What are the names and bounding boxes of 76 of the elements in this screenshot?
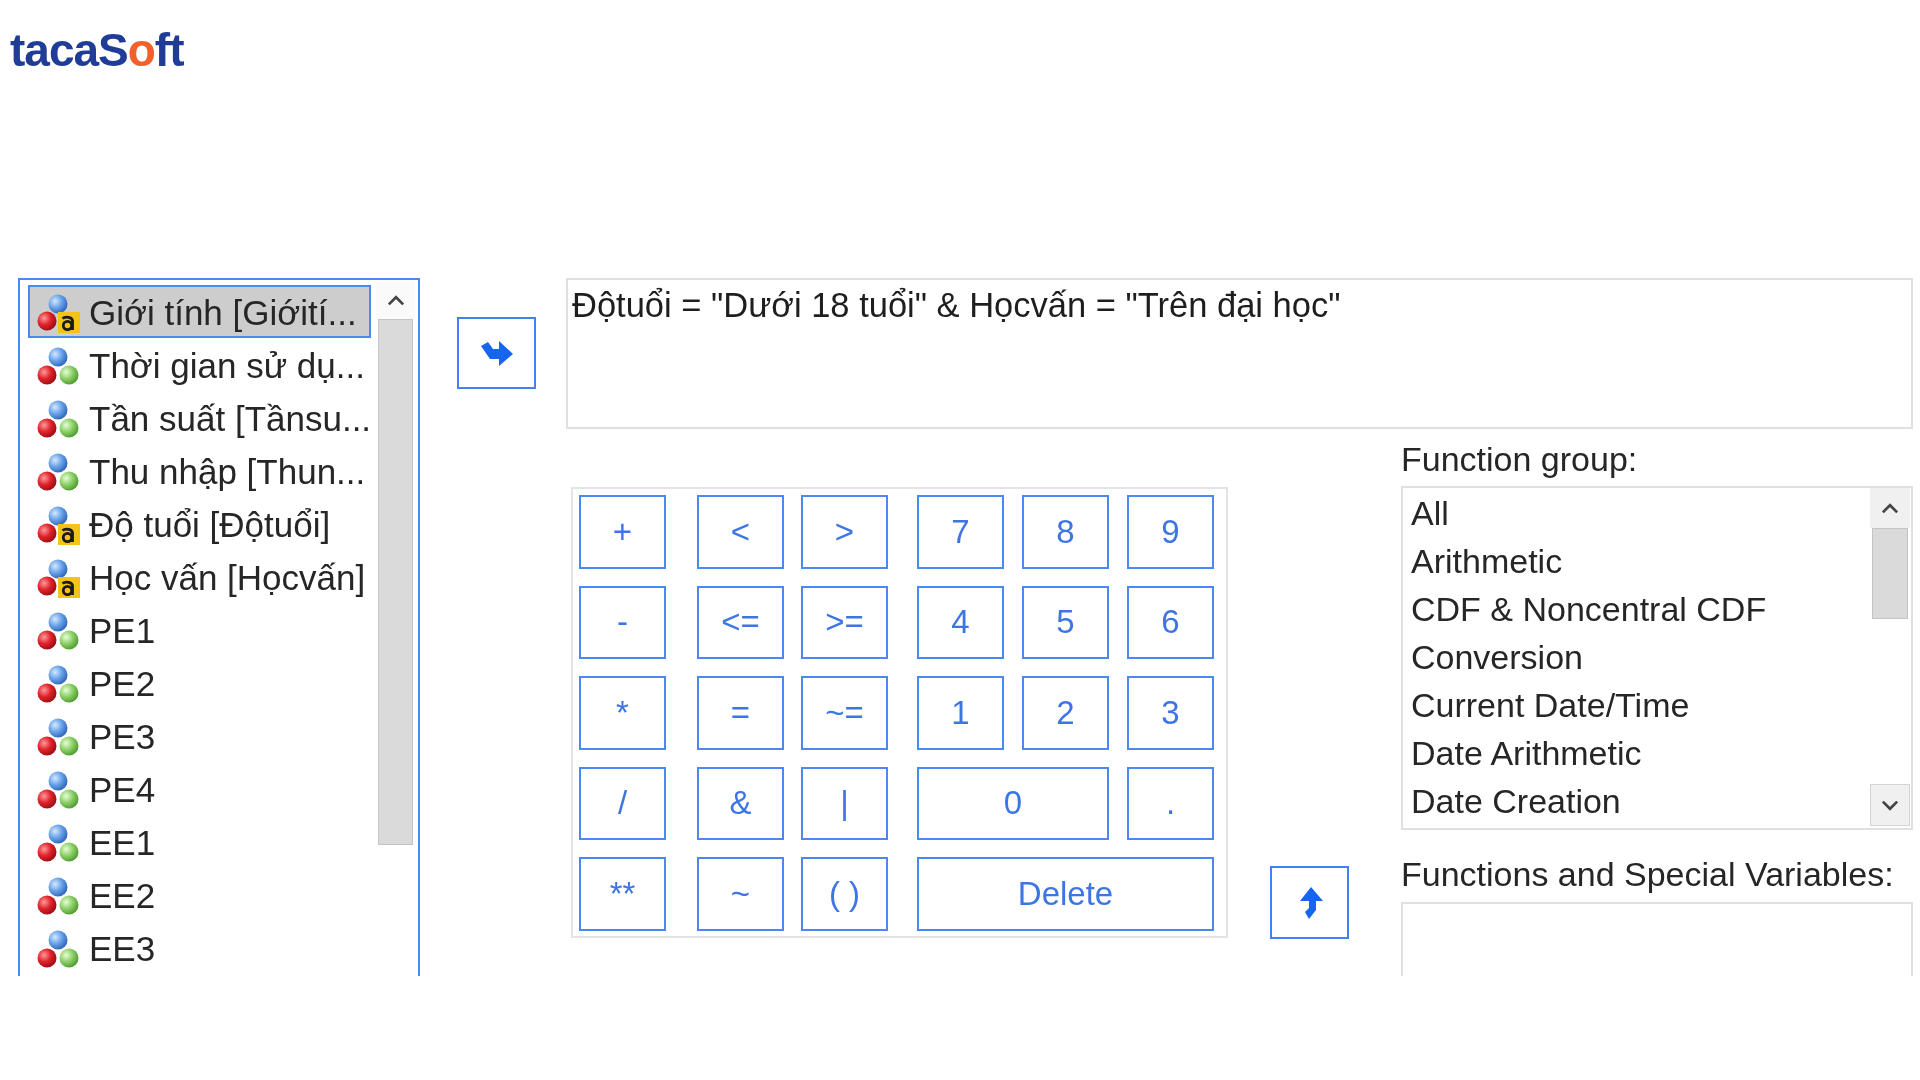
three-balls-icon xyxy=(36,823,80,863)
function-group-item[interactable]: Date Arithmetic xyxy=(1409,729,1870,777)
function-group-item[interactable]: All xyxy=(1409,489,1870,537)
arrow-button[interactable] xyxy=(1270,866,1349,939)
variable-item[interactable]: Học vấn [Họcvấn] xyxy=(28,550,371,603)
variable-item[interactable]: EE1 xyxy=(28,815,371,868)
chevron-down-icon xyxy=(1881,799,1899,811)
balls-letter-tile-icon xyxy=(36,293,80,333)
keypad-button[interactable]: 8 xyxy=(1022,495,1109,569)
keypad-button[interactable]: ~ xyxy=(697,857,784,931)
function-group-item[interactable]: Current Date/Time xyxy=(1409,681,1870,729)
three-balls-icon xyxy=(36,346,80,386)
chevron-up-icon xyxy=(1881,502,1899,514)
keypad-button[interactable]: / xyxy=(579,766,666,840)
three-balls-icon xyxy=(36,876,80,916)
keypad-button[interactable]: * xyxy=(579,676,666,750)
function-group-item[interactable]: Conversion xyxy=(1409,633,1870,681)
function-group-item[interactable]: Arithmetic xyxy=(1409,537,1870,585)
keypad-button[interactable]: > xyxy=(801,495,888,569)
logo: tacaSoft xyxy=(10,24,184,76)
variable-item[interactable]: PE4 xyxy=(28,762,371,815)
keypad-button[interactable]: 7 xyxy=(917,495,1004,569)
keypad-button[interactable]: 4 xyxy=(917,585,1004,659)
variable-item[interactable]: EE2 xyxy=(28,868,371,921)
scroll-up-button[interactable] xyxy=(376,282,415,319)
variable-item[interactable]: PE2 xyxy=(28,656,371,709)
keypad-button[interactable]: ** xyxy=(579,857,666,931)
keypad-button[interactable]: 3 xyxy=(1127,676,1214,750)
keypad-button[interactable]: 9 xyxy=(1127,495,1214,569)
keypad-button[interactable]: Delete xyxy=(917,857,1214,931)
keypad-button[interactable]: 0 xyxy=(917,766,1109,840)
balls-letter-tile-icon xyxy=(36,505,80,545)
scroll-down-button[interactable] xyxy=(1870,784,1910,826)
arrow-button[interactable] xyxy=(457,317,536,389)
three-balls-icon xyxy=(36,929,80,969)
variable-item[interactable]: Độ tuổi [Độtuổi] xyxy=(28,497,371,550)
three-balls-icon xyxy=(36,770,80,810)
scrollbar-thumb[interactable] xyxy=(378,319,413,845)
scrollbar[interactable] xyxy=(1870,488,1910,828)
keypad-button[interactable]: = xyxy=(697,676,784,750)
three-balls-icon xyxy=(36,717,80,757)
scrollbar-thumb[interactable] xyxy=(1872,528,1908,619)
variable-item[interactable]: PE1 xyxy=(28,603,371,656)
keypad-button[interactable]: + xyxy=(579,495,666,569)
variable-item[interactable]: Thời gian sử dụ... xyxy=(28,338,371,391)
keypad-button[interactable]: 6 xyxy=(1127,585,1214,659)
function-group-item[interactable]: Date Creation xyxy=(1409,777,1870,825)
variable-item[interactable]: EE3 xyxy=(28,921,371,974)
keypad-button[interactable]: | xyxy=(801,766,888,840)
variable-item[interactable]: Thu nhập [Thun... xyxy=(28,444,371,497)
function-group-item[interactable]: CDF & Noncentral CDF xyxy=(1409,585,1870,633)
keypad-button[interactable]: ~= xyxy=(801,676,888,750)
functions-label: Functions and Special Variables: xyxy=(1401,855,1895,893)
keypad-button[interactable]: <= xyxy=(697,585,784,659)
expression-field[interactable]: Độtuổi = "Dưới 18 tuổi" & Họcvấn = "Trên đại học" xyxy=(566,278,1913,429)
three-balls-icon xyxy=(36,399,80,439)
variable-item[interactable]: Giới tính [Giớití... xyxy=(28,285,371,338)
keypad-button[interactable]: . xyxy=(1127,766,1214,840)
function-group-label: Function group: xyxy=(1401,440,1639,478)
three-balls-icon xyxy=(36,611,80,651)
keypad-button[interactable]: >= xyxy=(801,585,888,659)
keypad-button[interactable]: 5 xyxy=(1022,585,1109,659)
balls-letter-tile-icon xyxy=(36,558,80,598)
keypad-button[interactable]: < xyxy=(697,495,784,569)
scroll-up-button[interactable] xyxy=(1870,488,1910,528)
three-balls-icon xyxy=(36,452,80,492)
keypad-button[interactable]: 2 xyxy=(1022,676,1109,750)
keypad-button[interactable]: - xyxy=(579,585,666,659)
chevron-up-icon xyxy=(386,295,405,306)
keypad-button[interactable]: ( ) xyxy=(801,857,888,931)
variable-item[interactable]: PE3 xyxy=(28,709,371,762)
keypad-button[interactable]: & xyxy=(697,766,784,840)
three-balls-icon xyxy=(36,664,80,704)
arrow-right-icon xyxy=(479,339,514,367)
variable-item[interactable]: Tần suất [Tầnsu... xyxy=(28,391,371,444)
keypad-button[interactable]: 1 xyxy=(917,676,1004,750)
